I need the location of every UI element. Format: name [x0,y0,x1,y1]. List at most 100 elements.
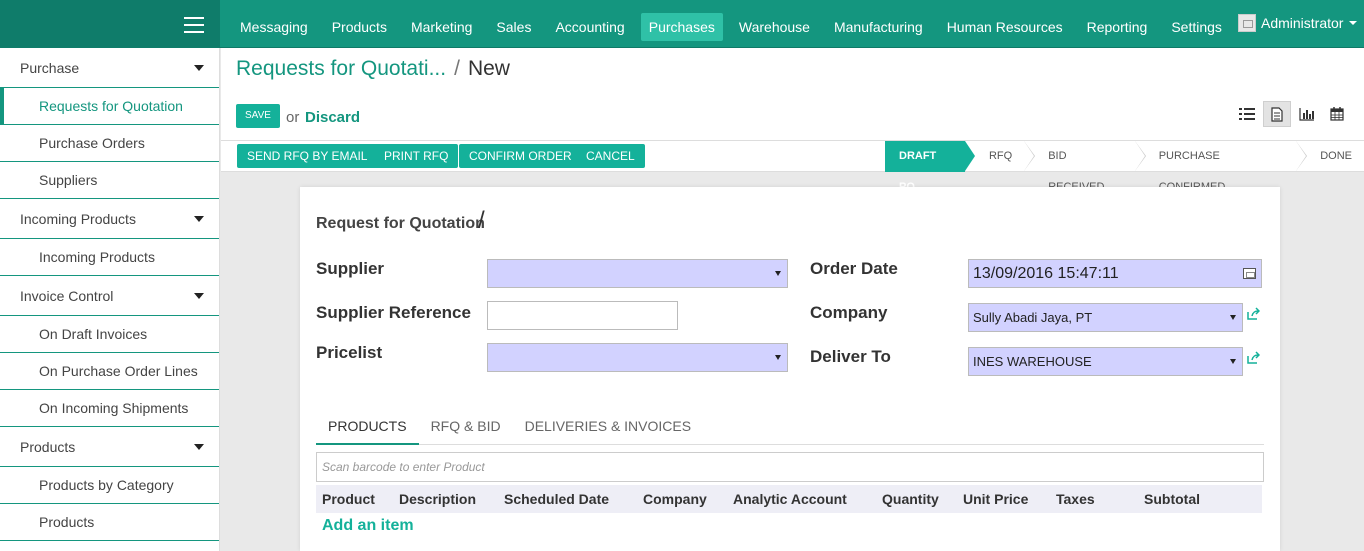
external-link-icon[interactable] [1246,351,1260,365]
step-label: RFQ [988,150,1013,162]
status-bar: SEND RFQ BY EMAIL PRINT RFQ CONFIRM ORDE… [221,140,1364,193]
supplier-select[interactable] [487,259,788,288]
calendar-view-icon[interactable] [1323,101,1351,127]
avatar [1238,14,1256,32]
caret-down-icon [194,216,204,222]
caret-down-icon [194,293,204,299]
sidebar-item-suppliers[interactable]: Suppliers [0,162,219,199]
graph-view-icon[interactable] [1293,101,1321,127]
column-company: Company [643,491,707,507]
step-arrow [1296,141,1307,171]
supplier-reference-input[interactable] [487,301,678,330]
barcode-input[interactable]: Scan barcode to enter Product [316,452,1264,482]
column-description: Description [399,491,477,507]
menu-accounting[interactable]: Accounting [547,13,632,41]
discard-link[interactable]: Discard [305,109,360,126]
sidebar-group-products[interactable]: Products [0,427,219,467]
print-rfq-button[interactable]: PRINT RFQ [374,144,459,168]
confirm-order-button[interactable]: CONFIRM ORDER [459,144,582,168]
supplier-reference-label: Supplier Reference [316,303,471,322]
tab-deliveries-invoices[interactable]: DELIVERIES & INVOICES [513,408,704,445]
control-panel: Requests for Quotati... / New SAVE or Disc… [221,48,1364,140]
sidebar-item-label: Incoming Products [20,211,136,227]
sidebar-item-requests-for-quotation[interactable]: Requests for Quotation [0,88,219,125]
supplier-label: Supplier [316,259,385,278]
dropdown-arrow-icon [775,271,781,276]
sidebar-item-incoming-products[interactable]: Incoming Products [0,239,219,276]
menu-human-resources[interactable]: Human Resources [939,13,1071,41]
order-date-label: Order Date [810,259,898,278]
save-button[interactable]: SAVE [236,104,280,128]
menu-products[interactable]: Products [324,13,395,41]
deliver-to-label: Deliver To [810,347,891,366]
user-name: Administrator [1261,15,1344,31]
cancel-button[interactable]: CANCEL [576,144,645,168]
dropdown-arrow-icon [775,355,781,360]
step-label: DONE [1320,150,1352,162]
or-text: or [286,109,300,126]
menu-messaging[interactable]: Messaging [232,13,316,41]
hamburger-menu-icon[interactable] [184,17,204,33]
breadcrumb-current: New [467,57,510,80]
column-quantity: Quantity [882,491,939,507]
menu-purchases[interactable]: Purchases [640,13,723,41]
menu-marketing[interactable]: Marketing [403,13,480,41]
pricelist-label: Pricelist [316,343,383,362]
menu-sales[interactable]: Sales [488,13,539,41]
deliver-to-select[interactable]: INES WAREHOUSE [968,347,1243,376]
sidebar-item-label: Invoice Control [20,288,114,304]
step-purchase-confirmed[interactable]: PURCHASE CONFIRMED [1135,141,1308,193]
sidebar-item-purchase-orders[interactable]: Purchase Orders [0,125,219,162]
form-title: Request for Quotation [316,215,485,232]
company-value: Sully Abadi Jaya, PT [973,310,1093,325]
column-subtotal: Subtotal [1144,491,1200,507]
menu-settings[interactable]: Settings [1163,13,1230,41]
sidebar: Purchase Requests for Quotation Purchase… [0,48,220,551]
sidebar-item-on-draft-invoices[interactable]: On Draft Invoices [0,316,219,353]
company-select[interactable]: Sully Abadi Jaya, PT [968,303,1243,332]
sidebar-group-invoice-control[interactable]: Invoice Control [0,276,219,316]
sidebar-item-products-by-category[interactable]: Products by Category [0,467,219,504]
sidebar-item-on-incoming-shipments[interactable]: On Incoming Shipments [0,390,219,427]
dropdown-arrow-icon [1230,315,1236,320]
list-view-icon[interactable] [1233,101,1261,127]
external-link-icon[interactable] [1246,307,1260,321]
column-unit-price: Unit Price [963,491,1029,507]
pricelist-select[interactable] [487,343,788,372]
sidebar-group-incoming-products[interactable]: Incoming Products [0,199,219,239]
menu-manufacturing[interactable]: Manufacturing [826,13,931,41]
main-menu: Messaging Products Marketing Sales Accou… [232,13,1238,41]
step-arrow [1024,141,1035,171]
status-steps: DRAFT PO RFQ BID RECEIVED PURCHASE CONFI… [885,141,1364,193]
sidebar-item-label: Products [20,439,76,455]
column-analytic-account: Analytic Account [733,491,847,507]
sidebar-item-on-purchase-order-lines[interactable]: On Purchase Order Lines [0,353,219,390]
order-date-input[interactable]: 13/09/2016 15:47:11 [968,259,1262,288]
dropdown-arrow-icon [1230,359,1236,364]
breadcrumb-separator: / [454,57,460,80]
column-scheduled-date: Scheduled Date [504,491,610,507]
form-view-icon[interactable] [1263,101,1291,127]
sidebar-group-purchase[interactable]: Purchase [0,48,219,88]
step-bid-received[interactable]: BID RECEIVED [1024,141,1146,193]
step-arrow [964,141,975,171]
breadcrumb-parent[interactable]: Requests for Quotati... [236,57,446,80]
breadcrumb: Requests for Quotati... / New [236,57,510,81]
user-menu[interactable]: Administrator [1238,14,1358,32]
form-sheet: Request for Quotation / Supplier Supplie… [300,187,1280,551]
caret-down-icon [194,444,204,450]
menu-reporting[interactable]: Reporting [1079,13,1156,41]
step-draft-po[interactable]: DRAFT PO [885,141,975,193]
column-taxes: Taxes [1056,491,1095,507]
tab-products[interactable]: PRODUCTS [316,408,419,445]
form-title-slash: / [478,207,485,234]
send-rfq-by-email-button[interactable]: SEND RFQ BY EMAIL [237,144,378,168]
sidebar-item-label: Purchase [20,60,80,76]
add-item-link[interactable]: Add an item [322,517,414,535]
sidebar-item-products[interactable]: Products [0,504,219,541]
step-arrow [1134,141,1145,171]
tab-rfq-bid[interactable]: RFQ & BID [419,408,513,445]
caret-down-icon [194,65,204,71]
calendar-icon[interactable] [1243,268,1256,279]
menu-warehouse[interactable]: Warehouse [731,13,818,41]
